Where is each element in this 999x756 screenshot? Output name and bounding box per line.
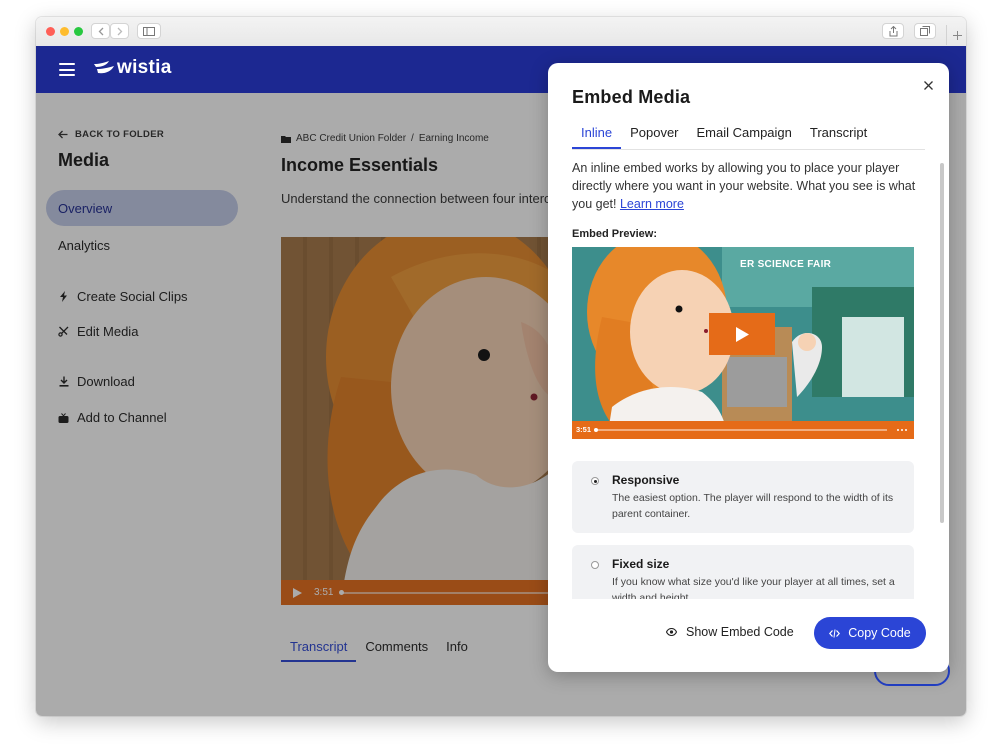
chevron-left-icon: [98, 27, 103, 35]
inline-embed-intro: An inline embed works by allowing you to…: [572, 159, 917, 213]
tabs-overview-button[interactable]: [914, 23, 936, 39]
embed-type-tabs: Inline Popover Email Campaign Transcript: [572, 125, 925, 150]
preview-play-button[interactable]: [709, 313, 775, 355]
tabs-icon: [920, 26, 930, 36]
embed-media-modal: Embed Media Inline Popover Email Campaig…: [548, 63, 949, 672]
close-window-button[interactable]: [46, 27, 55, 36]
sidebar-toggle-button[interactable]: [137, 23, 161, 39]
responsive-option[interactable]: Responsive The easiest option. The playe…: [572, 461, 914, 533]
brand-name: wistia: [117, 57, 172, 78]
wistia-mark-icon: [94, 61, 114, 74]
fixed-size-radio[interactable]: [591, 561, 599, 569]
minimize-window-button[interactable]: [60, 27, 69, 36]
wistia-logo[interactable]: wistia: [94, 57, 172, 79]
forward-nav-button[interactable]: [110, 23, 129, 39]
preview-banner: ER SCIENCE FAIR: [740, 259, 832, 270]
share-icon: [889, 25, 897, 36]
embed-preview-player[interactable]: ER SCIENCE FAIR 3:51: [572, 247, 914, 439]
back-nav-button[interactable]: [91, 23, 110, 39]
sidebar-icon: [143, 26, 155, 36]
modal-title: Embed Media: [572, 87, 691, 107]
scrollbar-thumb[interactable]: [940, 163, 944, 523]
browser-titlebar: [36, 17, 966, 47]
preview-time: 3:51: [576, 425, 592, 434]
tab-email-campaign[interactable]: Email Campaign: [688, 125, 801, 147]
zoom-window-button[interactable]: [74, 27, 83, 36]
tab-inline[interactable]: Inline: [572, 125, 622, 149]
tab-transcript[interactable]: Transcript: [801, 125, 876, 147]
show-embed-code-button[interactable]: Show Embed Code: [666, 625, 794, 639]
copy-code-label: Copy Code: [848, 626, 911, 640]
share-button[interactable]: [882, 23, 904, 39]
fixed-size-option[interactable]: Fixed size If you know what size you'd l…: [572, 545, 914, 599]
option-title: Responsive: [612, 473, 680, 487]
close-icon: [923, 80, 933, 90]
new-tab-button[interactable]: [946, 25, 966, 45]
chevron-right-icon: [117, 27, 122, 35]
embed-preview-label: Embed Preview:: [572, 228, 657, 240]
modal-scroll-body[interactable]: An inline embed works by allowing you to…: [548, 159, 938, 599]
responsive-radio[interactable]: [591, 477, 599, 485]
code-icon: [829, 628, 841, 638]
close-modal-button[interactable]: [920, 77, 936, 93]
menu-icon[interactable]: [59, 63, 75, 76]
tab-popover[interactable]: Popover: [621, 125, 687, 147]
show-embed-code-label: Show Embed Code: [686, 625, 794, 639]
modal-scrollbar[interactable]: [940, 163, 944, 593]
copy-code-button[interactable]: Copy Code: [814, 617, 926, 649]
eye-icon: [666, 628, 677, 636]
option-description: If you know what size you'd like your pl…: [612, 576, 895, 599]
plus-icon: [952, 30, 962, 40]
learn-more-link[interactable]: Learn more: [620, 197, 684, 211]
play-icon: [735, 326, 749, 342]
option-title: Fixed size: [612, 557, 670, 571]
option-description: The easiest option. The player will resp…: [612, 492, 894, 520]
